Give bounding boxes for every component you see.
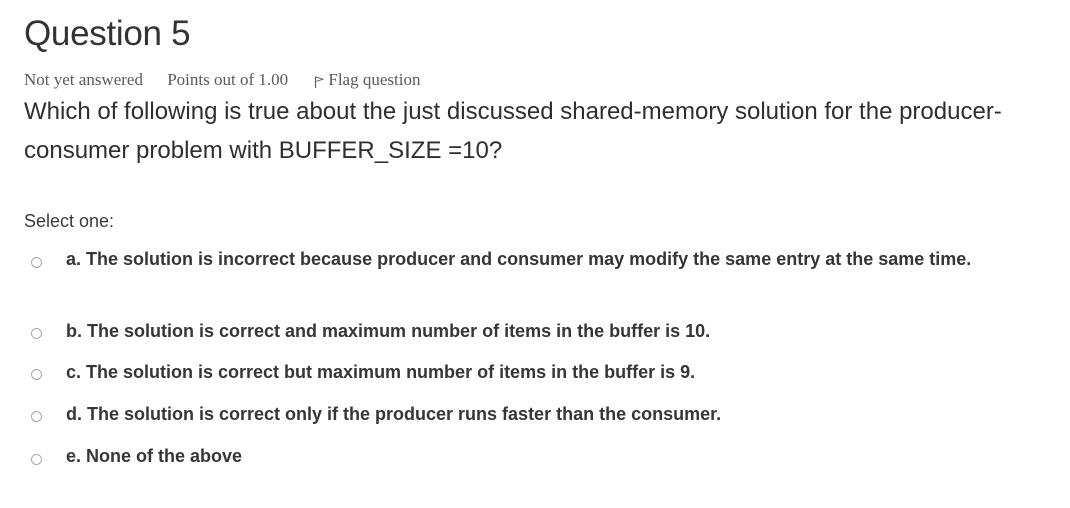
answer-option-label: c. The solution is correct but maximum n…	[66, 362, 696, 382]
question-status: Not yet answered	[24, 70, 143, 89]
radio-button-e[interactable]	[31, 454, 42, 465]
question-info: Not yet answered Points out of 1.00 Flag…	[24, 70, 420, 90]
radio-button-d[interactable]	[31, 411, 42, 422]
flag-question-label: Flag question	[328, 70, 421, 89]
question-text: Which of following is true about the jus…	[24, 98, 1002, 164]
answer-option-label: a. The solution is incorrect because pro…	[66, 249, 972, 269]
radio-button-b[interactable]	[31, 328, 42, 339]
question-points: Points out of 1.00	[167, 70, 289, 89]
answer-option-label: d. The solution is correct only if the p…	[66, 404, 722, 424]
select-one-prompt: Select one:	[24, 211, 115, 231]
flag-icon	[314, 73, 326, 88]
flag-question-link[interactable]: Flag question	[314, 70, 420, 90]
answer-option-label: b. The solution is correct and maximum n…	[66, 321, 711, 341]
question-title: Question 5	[24, 14, 191, 53]
answer-option-label: e. None of the above	[66, 446, 243, 466]
radio-button-c[interactable]	[31, 369, 42, 380]
radio-button-a[interactable]	[31, 257, 42, 268]
